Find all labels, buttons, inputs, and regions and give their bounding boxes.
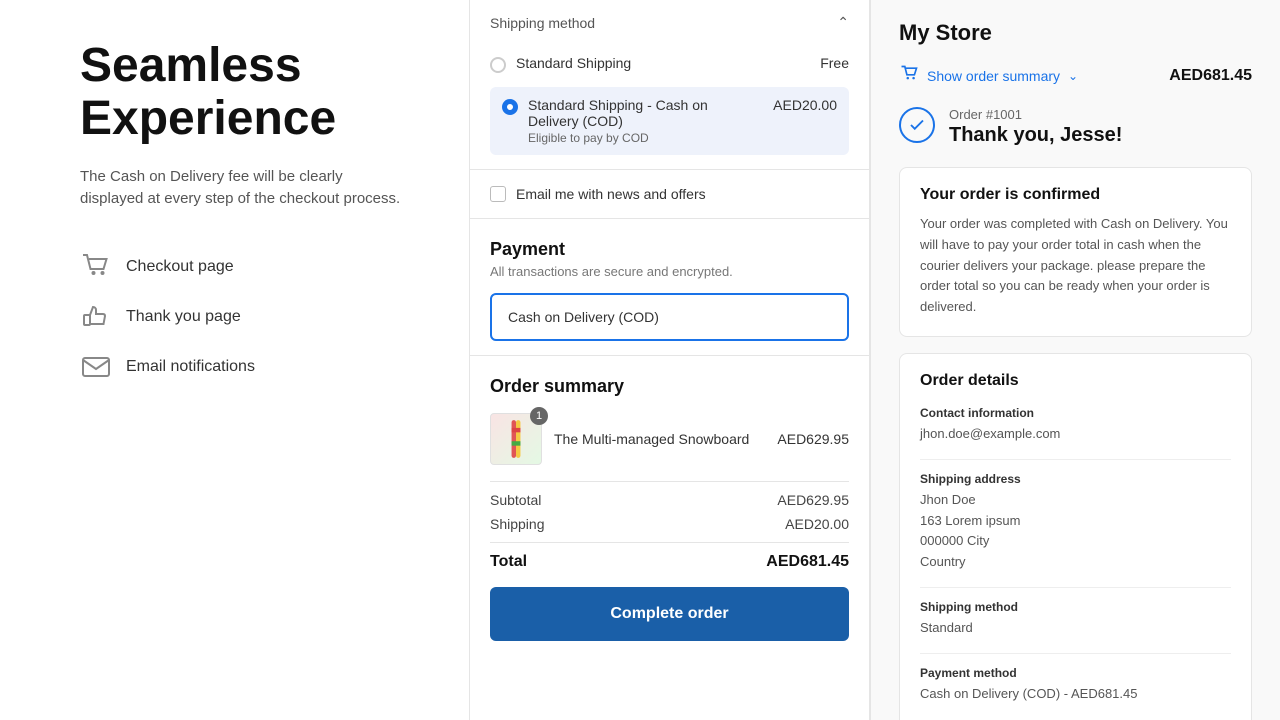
subtotal-label: Subtotal <box>490 492 541 508</box>
toggle-left[interactable]: Show order summary ⌄ <box>899 64 1078 87</box>
email-checkbox[interactable] <box>490 186 506 202</box>
contact-info-label: Contact information <box>920 406 1231 420</box>
product-image-wrap: 1 <box>490 413 542 465</box>
right-panel: My Store Show order summary ⌄ AED681.45 … <box>870 0 1280 720</box>
email-checkbox-row[interactable]: Email me with news and offers <box>490 186 849 202</box>
contact-info-section: Contact information jhon.doe@example.com <box>920 406 1231 445</box>
product-row: 1 The Multi-managed Snowboard AED629.95 <box>490 413 849 465</box>
product-price: AED629.95 <box>777 431 849 447</box>
contact-info-value: jhon.doe@example.com <box>920 424 1231 445</box>
radio-cod[interactable] <box>502 99 518 115</box>
payment-option-label: Cash on Delivery (COD) <box>508 309 659 325</box>
feature-thank-you-page: Thank you page <box>80 301 409 333</box>
complete-order-button[interactable]: Complete order <box>490 587 849 641</box>
detail-divider-2 <box>920 587 1231 588</box>
feature-email-notifications: Email notifications <box>80 351 409 383</box>
feature-email-label: Email notifications <box>126 358 255 376</box>
chevron-down-icon: ⌄ <box>1068 69 1078 83</box>
shipping-section-title: Shipping method <box>490 15 595 31</box>
shipping-method-detail-section: Shipping method Standard <box>920 600 1231 639</box>
detail-divider-3 <box>920 653 1231 654</box>
cart-icon <box>80 251 112 283</box>
detail-divider-1 <box>920 459 1231 460</box>
cart-toggle-icon <box>899 64 919 87</box>
cod-details: Standard Shipping - Cash on Delivery (CO… <box>528 97 753 145</box>
order-summary-title: Order summary <box>490 376 849 397</box>
shipping-standard-price: Free <box>820 55 849 71</box>
thumbsup-icon <box>80 301 112 333</box>
shipping-address-label: Shipping address <box>920 472 1231 486</box>
address-city: 000000 City <box>920 531 1231 552</box>
shipping-option-standard[interactable]: Standard Shipping Free <box>490 45 849 83</box>
address-name: Jhon Doe <box>920 490 1231 511</box>
total-line: Total AED681.45 <box>490 553 849 571</box>
store-name: My Store <box>899 20 1252 46</box>
shipping-label: Shipping <box>490 516 545 532</box>
shipping-method-detail-label: Shipping method <box>920 600 1231 614</box>
email-section: Email me with news and offers <box>470 170 869 219</box>
order-summary-section: Order summary 1 The Multi-managed Snowbo… <box>470 356 869 665</box>
shipping-cod-name: Standard Shipping - Cash on Delivery (CO… <box>528 97 753 129</box>
confirmed-card-title: Your order is confirmed <box>920 186 1231 204</box>
toggle-label: Show order summary <box>927 68 1060 84</box>
order-confirmed-text: Order #1001 Thank you, Jesse! <box>949 107 1122 147</box>
subtotal-line: Subtotal AED629.95 <box>490 492 849 508</box>
order-details-card: Order details Contact information jhon.d… <box>899 353 1252 720</box>
feature-thankyou-label: Thank you page <box>126 308 241 326</box>
summary-divider-1 <box>490 481 849 482</box>
shipping-line: Shipping AED20.00 <box>490 516 849 532</box>
payment-subtitle: All transactions are secure and encrypte… <box>490 264 849 279</box>
address-street: 163 Lorem ipsum <box>920 511 1231 532</box>
address-country: Country <box>920 552 1231 573</box>
shipping-value: AED20.00 <box>785 516 849 532</box>
left-panel: Seamless Experience The Cash on Delivery… <box>0 0 470 720</box>
shipping-cod-price: AED20.00 <box>773 97 837 113</box>
radio-standard[interactable] <box>490 57 506 73</box>
headline: Seamless Experience <box>80 40 409 146</box>
order-details-title: Order details <box>920 372 1231 390</box>
payment-option-cod[interactable]: Cash on Delivery (COD) <box>490 293 849 341</box>
payment-method-detail-section: Payment method Cash on Delivery (COD) - … <box>920 666 1231 705</box>
subtext: The Cash on Delivery fee will be clearly… <box>80 166 409 211</box>
shipping-method-section: Shipping method ⌃ Standard Shipping Free… <box>470 0 869 170</box>
feature-checkout-page: Checkout page <box>80 251 409 283</box>
confirmed-card-body: Your order was completed with Cash on De… <box>920 214 1231 318</box>
product-quantity-badge: 1 <box>530 407 548 425</box>
feature-checkout-label: Checkout page <box>126 258 234 276</box>
email-icon <box>80 351 112 383</box>
thank-you-message: Thank you, Jesse! <box>949 124 1122 147</box>
summary-divider-2 <box>490 542 849 543</box>
total-label: Total <box>490 553 527 571</box>
payment-title: Payment <box>490 239 849 260</box>
shipping-section-header: Shipping method ⌃ <box>490 14 849 31</box>
cod-eligible-text: Eligible to pay by COD <box>528 131 753 145</box>
shipping-option-cod[interactable]: Standard Shipping - Cash on Delivery (CO… <box>490 87 849 155</box>
feature-list: Checkout page Thank you page Email notif… <box>80 251 409 383</box>
payment-method-detail-label: Payment method <box>920 666 1231 680</box>
toggle-price: AED681.45 <box>1169 67 1252 85</box>
order-number: Order #1001 <box>949 107 1122 122</box>
chevron-up-icon[interactable]: ⌃ <box>837 14 849 31</box>
payment-section: Payment All transactions are secure and … <box>470 219 869 356</box>
shipping-standard-name: Standard Shipping <box>516 55 631 71</box>
payment-method-detail-value: Cash on Delivery (COD) - AED681.45 <box>920 684 1231 705</box>
middle-panel: Shipping method ⌃ Standard Shipping Free… <box>470 0 870 720</box>
order-summary-toggle[interactable]: Show order summary ⌄ AED681.45 <box>899 64 1252 87</box>
order-confirmed-card: Your order is confirmed Your order was c… <box>899 167 1252 337</box>
shipping-address-section: Shipping address Jhon Doe 163 Lorem ipsu… <box>920 472 1231 573</box>
subtotal-value: AED629.95 <box>777 492 849 508</box>
product-name: The Multi-managed Snowboard <box>554 431 765 447</box>
check-circle-icon <box>899 107 935 143</box>
shipping-method-detail-value: Standard <box>920 618 1231 639</box>
email-checkbox-label: Email me with news and offers <box>516 186 706 202</box>
total-value: AED681.45 <box>766 553 849 571</box>
shipping-address-name: Jhon Doe 163 Lorem ipsum 000000 City Cou… <box>920 490 1231 573</box>
order-confirmed-box: Order #1001 Thank you, Jesse! <box>899 107 1252 147</box>
